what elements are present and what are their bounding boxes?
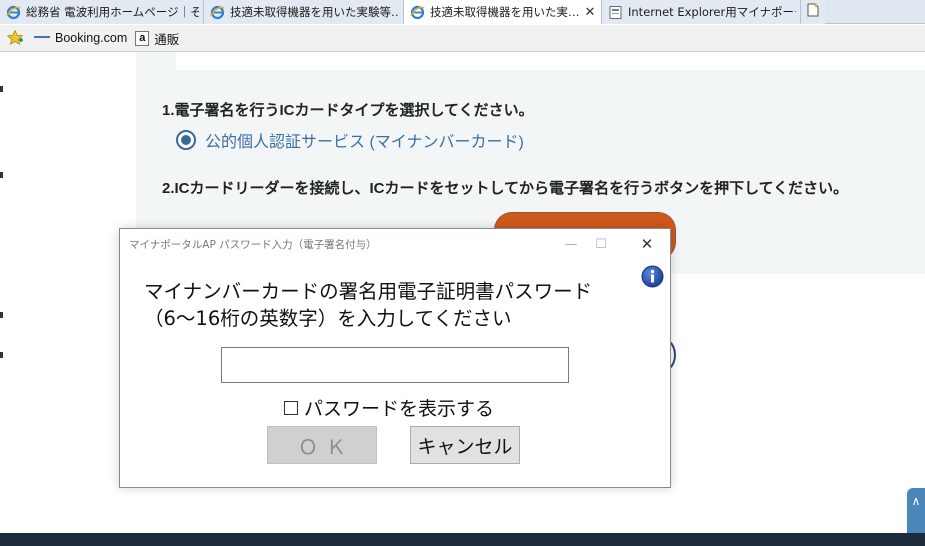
- browser-tab-3-label: 技適未取得機器を用いた実…: [430, 5, 579, 19]
- page-footer: [0, 533, 925, 546]
- step1-instruction: 1.電子署名を行うICカードタイプを選択してください。: [162, 102, 534, 119]
- booking-icon: [34, 36, 50, 42]
- scroll-to-top-button[interactable]: ∧: [907, 488, 925, 536]
- browser-tab-2[interactable]: 技適未取得機器を用いた実験等…: [204, 0, 404, 24]
- favorite-amazon[interactable]: a 通販: [135, 29, 179, 48]
- browser-tab-1[interactable]: 総務省 電波利用ホームページ｜そ…: [0, 0, 204, 24]
- maximize-icon[interactable]: ☐: [586, 233, 616, 255]
- radio-selected-dot: [181, 135, 191, 145]
- ok-button[interactable]: ＯＫ: [267, 426, 377, 464]
- dialog-titlebar[interactable]: マイナポータルAP パスワード入力（電子署名付与） — ☐ ✕: [120, 229, 670, 259]
- browser-tab-3-active[interactable]: 技適未取得機器を用いた実… ✕: [404, 0, 602, 24]
- password-input[interactable]: [221, 347, 569, 383]
- page-icon: [608, 5, 623, 20]
- ie-icon: [6, 5, 21, 20]
- dialog-message: マイナンバーカードの署名用電子証明書パスワード （6～16桁の英数字）を入力して…: [144, 280, 593, 330]
- favorites-star-icon[interactable]: [6, 29, 24, 47]
- show-password-label: パスワードを表示する: [304, 398, 495, 420]
- browser-tab-4-label: Internet Explorer用マイナポータル…: [628, 5, 796, 19]
- favorite-booking-label: Booking.com: [55, 31, 128, 45]
- tab-close-icon[interactable]: ✕: [583, 5, 597, 20]
- step2-instruction: 2.ICカードリーダーを接続し、ICカードをセットしてから電子署名を行うボタンを…: [162, 180, 849, 197]
- favorite-booking[interactable]: Booking.com: [34, 31, 127, 45]
- browser-tab-bar: 総務省 電波利用ホームページ｜そ… 技適未取得機器を用いた実験等… 技適未取得機…: [0, 0, 925, 24]
- close-icon[interactable]: ✕: [632, 233, 662, 255]
- cancel-button[interactable]: キャンセル: [410, 426, 520, 464]
- panel-tab-strip: [136, 52, 176, 70]
- radio-label: 公的個人認証サービス (マイナンバーカード): [205, 134, 524, 151]
- new-tab-icon: [805, 2, 821, 22]
- edge-mark: [0, 312, 3, 318]
- new-tab-button[interactable]: [801, 0, 825, 24]
- info-icon: [641, 265, 664, 288]
- password-dialog: マイナポータルAP パスワード入力（電子署名付与） — ☐ ✕ マイナンバーカー…: [119, 228, 671, 488]
- favorite-amazon-label: 通販: [154, 32, 180, 47]
- ie-icon: [210, 5, 225, 20]
- show-password-checkbox[interactable]: パスワードを表示する: [284, 394, 494, 421]
- favorites-bar: Booking.com a 通販: [0, 25, 925, 52]
- radio-button[interactable]: [176, 130, 196, 150]
- edge-mark: [0, 352, 3, 358]
- browser-tab-1-label: 総務省 電波利用ホームページ｜そ…: [26, 5, 199, 19]
- ie-icon: [410, 5, 425, 20]
- checkbox-box[interactable]: [284, 400, 298, 415]
- amazon-icon: a: [135, 30, 150, 46]
- browser-tab-4[interactable]: Internet Explorer用マイナポータル…: [602, 0, 801, 24]
- edge-mark: [0, 86, 3, 92]
- edge-mark: [0, 172, 3, 178]
- radio-mynumber-card[interactable]: 公的個人認証サービス (マイナンバーカード): [176, 128, 524, 152]
- browser-tab-2-label: 技適未取得機器を用いた実験等…: [230, 5, 399, 19]
- minimize-icon[interactable]: —: [556, 233, 586, 255]
- dialog-title: マイナポータルAP パスワード入力（電子署名付与）: [129, 239, 377, 251]
- chevron-up-icon: ∧: [911, 494, 921, 508]
